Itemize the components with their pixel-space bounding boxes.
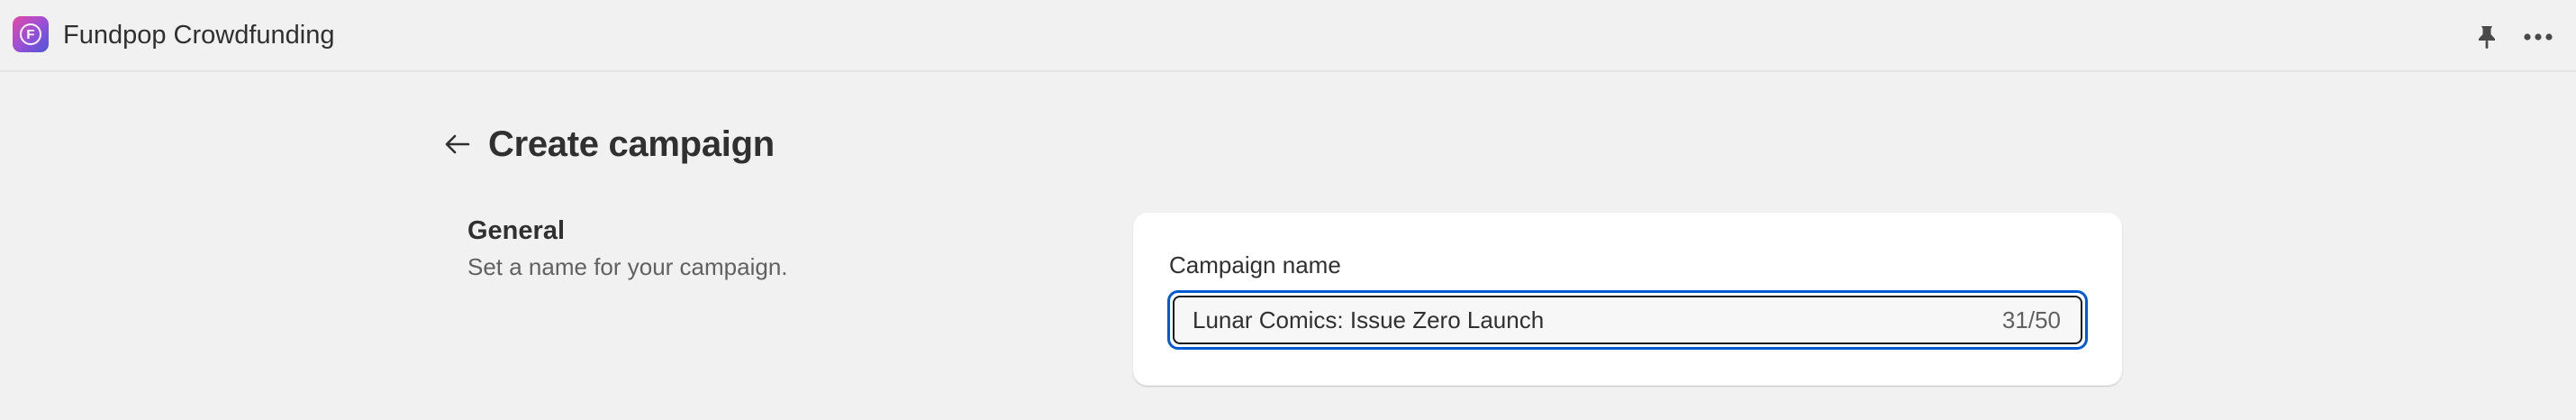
pin-button[interactable]	[2473, 22, 2500, 52]
character-count: 31/50	[2001, 306, 2061, 333]
campaign-name-field-inner: 31/50	[1173, 296, 2082, 344]
more-actions-button[interactable]	[2522, 22, 2554, 52]
app-header: F Fundpop Crowdfunding	[0, 0, 2576, 72]
campaign-name-card: Campaign name 31/50	[1133, 213, 2122, 386]
campaign-name-input[interactable]	[1193, 297, 1931, 342]
pin-icon	[2479, 26, 2495, 49]
more-horizontal-icon	[2524, 33, 2553, 41]
app-title: Fundpop Crowdfunding	[63, 21, 335, 50]
page-title: Create campaign	[488, 124, 775, 164]
campaign-name-label: Campaign name	[1169, 251, 1341, 278]
general-section-description: Set a name for your campaign.	[467, 253, 788, 280]
fundpop-logo-icon: F	[13, 16, 49, 52]
arrow-left-icon	[445, 134, 470, 154]
general-section-heading: General	[467, 216, 565, 245]
logo-letter: F	[20, 23, 41, 45]
back-button[interactable]	[438, 128, 477, 160]
campaign-name-field[interactable]: 31/50	[1167, 290, 2088, 350]
